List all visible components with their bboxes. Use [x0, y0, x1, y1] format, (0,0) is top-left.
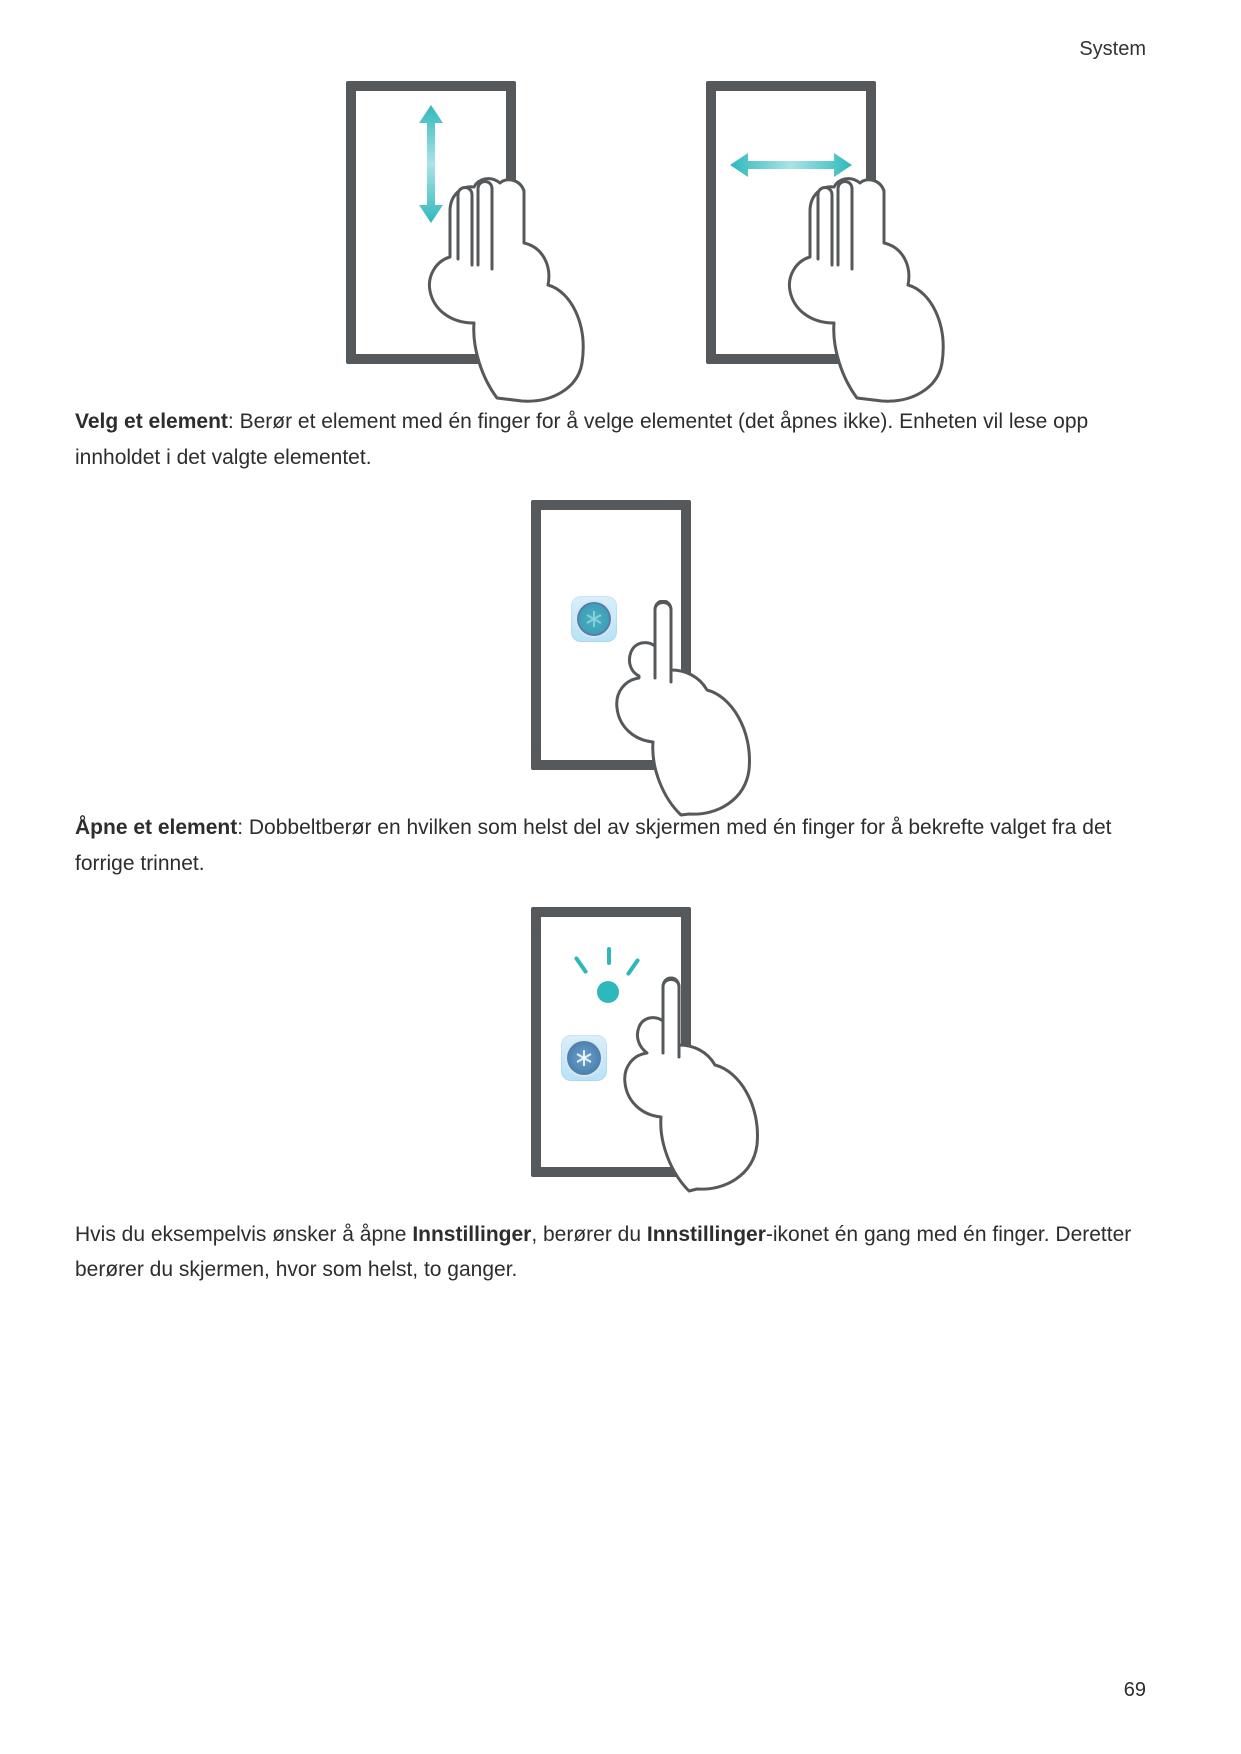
tap-spark-icon — [573, 955, 588, 974]
figure-single-tap — [75, 500, 1146, 770]
arrow-horizontal-icon — [730, 151, 852, 179]
paragraph-example: Hvis du eksempelvis ønsker å åpne Innsti… — [75, 1217, 1146, 1288]
two-finger-swipe-vertical-icon — [346, 81, 516, 364]
bold-label: Innstillinger — [647, 1223, 766, 1246]
arrow-vertical-icon — [417, 105, 445, 223]
bold-label: Åpne et element — [75, 816, 237, 839]
single-tap-select-icon — [531, 500, 691, 770]
figure-row-swipe — [75, 81, 1146, 364]
tap-spark-icon — [607, 947, 611, 965]
bold-label: Velg et element — [75, 410, 228, 433]
text: Hvis du eksempelvis ønsker å åpne — [75, 1223, 412, 1246]
double-tap-open-icon — [531, 907, 691, 1177]
hand-one-finger-icon — [589, 973, 784, 1203]
bold-label: Innstillinger — [412, 1223, 531, 1246]
text: : Berør et element med én finger for å v… — [75, 410, 1088, 469]
two-finger-swipe-horizontal-icon — [706, 81, 876, 364]
hand-one-finger-icon — [581, 600, 776, 825]
page-number: 69 — [1124, 1679, 1146, 1702]
figure-double-tap — [75, 907, 1146, 1177]
text: , berører du — [531, 1223, 647, 1246]
paragraph-select-element: Velg et element: Berør et element med én… — [75, 404, 1146, 475]
hand-two-fingers-icon — [752, 173, 962, 403]
page-header-section: System — [75, 38, 1146, 61]
touch-highlight-icon — [579, 604, 609, 634]
